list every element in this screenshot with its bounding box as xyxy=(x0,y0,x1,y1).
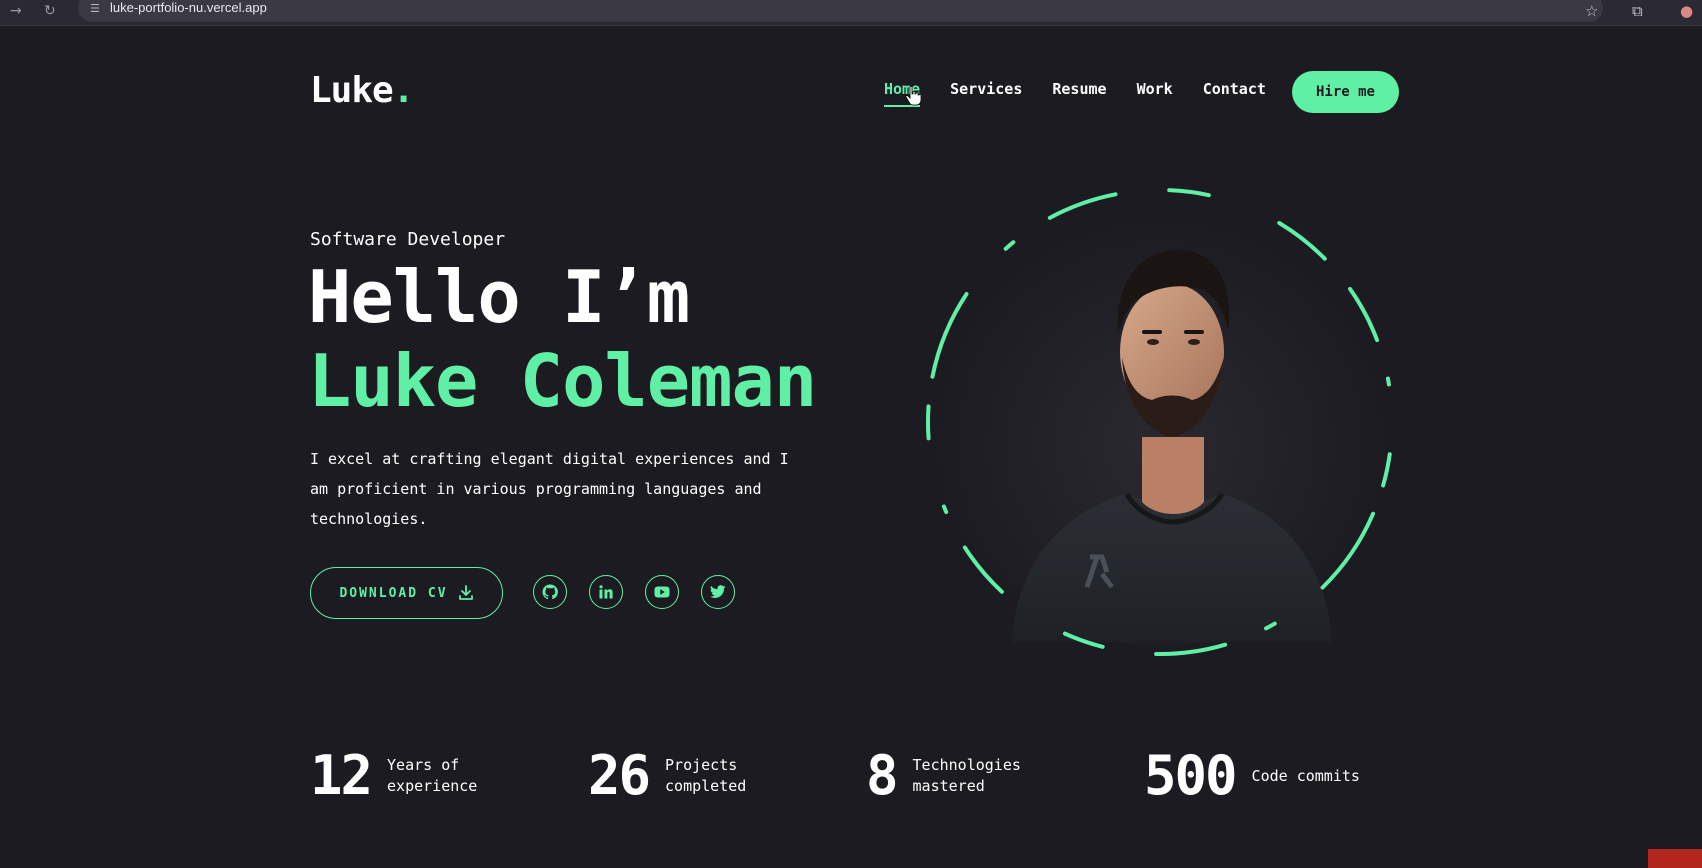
stat-label: Code commits xyxy=(1251,766,1360,785)
corner-widget[interactable] xyxy=(1648,849,1702,868)
download-cv-button[interactable]: DOWNLOAD CV xyxy=(310,567,503,619)
profile-avatar-icon[interactable]: ● xyxy=(1680,2,1693,20)
address-bar[interactable]: ☰ luke-portfolio-nu.vercel.app xyxy=(78,0,1603,22)
github-link[interactable] xyxy=(533,575,567,609)
download-cv-label: DOWNLOAD CV xyxy=(339,585,448,601)
youtube-icon xyxy=(654,586,670,598)
hero-name: Luke Coleman xyxy=(308,339,817,423)
hand-cursor-icon xyxy=(905,86,921,106)
twitter-link[interactable] xyxy=(701,575,735,609)
youtube-link[interactable] xyxy=(645,575,679,609)
url-text[interactable]: luke-portfolio-nu.vercel.app xyxy=(110,0,267,15)
linkedin-icon xyxy=(599,585,613,599)
nav-contact[interactable]: Contact xyxy=(1203,80,1266,98)
reload-icon[interactable]: ↻ xyxy=(44,3,56,19)
linkedin-link[interactable] xyxy=(589,575,623,609)
stat-number: 8 xyxy=(866,744,898,807)
hero-description: I excel at crafting elegant digital expe… xyxy=(310,450,789,528)
browser-toolbar: → ↻ ☰ luke-portfolio-nu.vercel.app ☆ ⧉ ● xyxy=(0,0,1702,26)
bookmark-star-icon[interactable]: ☆ xyxy=(1585,2,1598,20)
stat-label: Technologies mastered xyxy=(912,756,1021,795)
main-nav: Home Services Resume Work Contact xyxy=(884,80,1296,107)
hero-portrait xyxy=(922,182,1402,662)
stat-number: 26 xyxy=(588,744,651,807)
hire-me-button[interactable]: Hire me xyxy=(1292,71,1399,113)
nav-resume[interactable]: Resume xyxy=(1052,80,1106,98)
site-settings-icon[interactable]: ☰ xyxy=(90,2,104,15)
logo-dot: . xyxy=(392,70,415,111)
stat-technologies: 8 Technologies mastered xyxy=(866,748,1033,804)
extensions-icon[interactable]: ⧉ xyxy=(1632,2,1643,20)
stat-years: 12 Years of experience xyxy=(310,748,507,804)
stat-label: Years of experience xyxy=(387,756,478,795)
logo[interactable]: Luke. xyxy=(310,70,415,111)
download-icon xyxy=(458,585,473,600)
twitter-icon xyxy=(710,585,726,599)
hero-subtitle: Software Developer xyxy=(310,229,506,250)
logo-text: Luke xyxy=(310,70,394,111)
nav-work[interactable]: Work xyxy=(1137,80,1173,98)
github-icon xyxy=(542,584,558,600)
stat-projects: 26 Projects completed xyxy=(588,748,785,804)
social-links xyxy=(533,575,735,609)
stat-label: Projects completed xyxy=(665,756,747,795)
back-icon[interactable]: → xyxy=(10,3,22,19)
hero-greeting: Hello I’m xyxy=(308,255,690,339)
nav-services[interactable]: Services xyxy=(950,80,1022,98)
portrait-illustration xyxy=(926,188,1394,656)
stat-number: 500 xyxy=(1144,744,1238,807)
stat-number: 12 xyxy=(310,744,373,807)
stat-commits: 500 Code commits xyxy=(1144,748,1372,804)
